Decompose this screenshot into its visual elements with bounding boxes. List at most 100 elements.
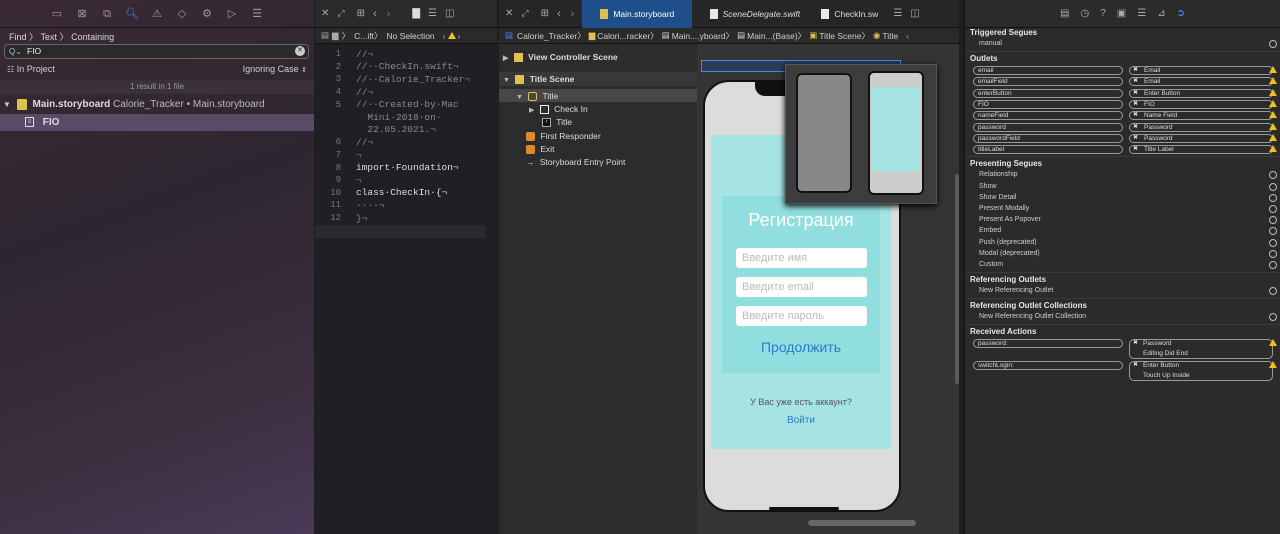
outlet-target[interactable]: Password xyxy=(1129,122,1273,132)
connection-circle[interactable] xyxy=(1269,40,1277,48)
tab-main-storyboard[interactable]: Main.storyboard xyxy=(582,0,693,28)
action-name[interactable]: switchLogin: xyxy=(973,361,1123,371)
jump-scene[interactable]: Title Scene xyxy=(819,31,861,41)
tab-scene-delegate[interactable]: SceneDelegate.swift xyxy=(692,8,817,19)
warning-icon[interactable] xyxy=(1269,111,1277,119)
search-icon[interactable]: 🔍︎ xyxy=(125,7,139,21)
code-line[interactable]: 1 //¬ xyxy=(315,48,497,61)
outline-title-child[interactable]: ‹ Title xyxy=(539,117,572,128)
connection-circle[interactable] xyxy=(1269,182,1277,191)
find-breadcrumb[interactable]: Find 〉 Text 〉 Containing xyxy=(9,30,114,43)
remove-icon[interactable]: ✖ xyxy=(1133,66,1138,73)
debug-icon[interactable]: ⚙ xyxy=(200,7,214,21)
attributes-icon[interactable]: ☰ xyxy=(1137,8,1146,19)
forward-icon[interactable]: › xyxy=(387,8,391,20)
search-input[interactable]: Q⌄ FIO ✕ xyxy=(4,44,309,59)
code-line[interactable]: 4 //¬ xyxy=(315,86,497,99)
outlet-target[interactable]: Name Field xyxy=(1129,111,1273,121)
code-line[interactable]: 11 ····¬ xyxy=(315,199,497,212)
outlet-target[interactable]: Enter Button xyxy=(1129,88,1273,98)
code-line[interactable]: 3 //··Calorie_Tracker¬ xyxy=(315,73,497,86)
issue-icon[interactable]: ⚠ xyxy=(150,7,164,21)
connection-circle[interactable] xyxy=(1269,193,1277,202)
connection-circle[interactable] xyxy=(1269,205,1277,213)
folder-icon[interactable]: ▭ xyxy=(50,7,64,21)
vertical-scrollbar[interactable] xyxy=(955,174,959,384)
minimap-icon[interactable]: ☰ xyxy=(893,8,902,19)
find-type[interactable]: Text xyxy=(41,32,58,42)
outlet-name[interactable]: email xyxy=(973,66,1123,75)
outlet-name[interactable]: FIO xyxy=(973,99,1123,109)
warning-icon[interactable] xyxy=(1269,88,1277,96)
warning-icon[interactable] xyxy=(447,32,456,39)
warning-icon[interactable] xyxy=(1269,145,1277,153)
remove-icon[interactable]: ✖ xyxy=(1133,339,1138,346)
history-icon[interactable]: ◷ xyxy=(1080,8,1089,19)
prev-issue-icon[interactable]: ‹ xyxy=(443,31,446,41)
remove-icon[interactable]: ✖ xyxy=(1133,123,1138,130)
outlet-target[interactable]: Password xyxy=(1129,133,1273,143)
remove-icon[interactable]: ✖ xyxy=(1133,111,1138,118)
back-icon[interactable]: ‹ xyxy=(373,8,377,20)
find-match[interactable]: Containing xyxy=(71,32,114,42)
jump-localization[interactable]: Main...(Base) xyxy=(747,31,798,41)
horizontal-scrollbar[interactable] xyxy=(808,520,916,526)
connection-circle[interactable] xyxy=(1269,171,1277,180)
warning-icon[interactable] xyxy=(1269,133,1277,141)
warning-icon[interactable] xyxy=(1269,99,1277,107)
connection-circle[interactable] xyxy=(1269,313,1277,322)
disclosure-icon[interactable]: ▶ xyxy=(529,107,534,114)
connection-circle[interactable] xyxy=(1269,238,1277,247)
remove-icon[interactable]: ✖ xyxy=(1133,77,1138,84)
back-icon[interactable]: ‹ xyxy=(557,8,561,20)
outline-exit[interactable]: Exit xyxy=(526,144,555,155)
code-line[interactable]: 7 ¬ xyxy=(315,149,497,162)
storyboard-canvas[interactable]: Регистрация Введите имя Введите email Вв… xyxy=(697,44,959,534)
code-jump-bar[interactable]: ▤ ▆ 〉 C...ift 〉 No Selection ‹ › xyxy=(315,28,497,44)
help-icon[interactable]: ? xyxy=(1100,8,1106,19)
find-mode[interactable]: Find xyxy=(9,32,27,42)
warning-icon[interactable] xyxy=(1269,122,1277,130)
login-button[interactable]: Войти xyxy=(711,415,891,426)
outlet-name[interactable]: nameField xyxy=(973,111,1123,121)
outlet-name[interactable]: titleLabel xyxy=(973,145,1123,155)
close-icon[interactable]: ✕ xyxy=(321,8,329,19)
outlet-name[interactable]: passwordField xyxy=(973,133,1123,143)
action-name[interactable]: password: xyxy=(973,339,1123,349)
code-line[interactable]: 5 //··Created·by·Mac xyxy=(315,98,497,111)
outlet-target[interactable]: Email xyxy=(1129,66,1273,75)
jump-symbol[interactable]: No Selection xyxy=(386,31,434,41)
remove-icon[interactable]: ✖ xyxy=(1133,145,1138,152)
email-field[interactable]: Введите email xyxy=(736,277,867,297)
expand-icon[interactable]: ⤢ xyxy=(521,8,528,19)
code-line[interactable]: 22.05.2021.¬ xyxy=(315,124,497,137)
connection-circle[interactable] xyxy=(1269,216,1277,225)
remove-icon[interactable]: ✖ xyxy=(1133,134,1138,141)
breakpoint-icon[interactable]: ▷ xyxy=(225,7,239,21)
code-line[interactable]: 6 //¬ xyxy=(315,136,497,149)
minimap-icon[interactable]: ☰ xyxy=(428,8,437,19)
code-line[interactable]: 9 ¬ xyxy=(315,174,497,187)
outline-first-responder[interactable]: First Responder xyxy=(526,131,601,142)
clear-icon[interactable]: ✕ xyxy=(295,46,305,56)
outlet-name[interactable]: emailField xyxy=(973,77,1123,87)
password-field[interactable]: Введите пароль xyxy=(736,306,867,326)
grid-icon[interactable]: ⊞ xyxy=(541,8,549,19)
disclosure-icon[interactable]: ▼ xyxy=(503,77,510,84)
test-icon[interactable]: ◇ xyxy=(175,7,189,21)
jump-file[interactable]: C...ift xyxy=(354,31,374,41)
disclosure-icon[interactable]: ▶ xyxy=(503,55,508,62)
forward-icon[interactable]: › xyxy=(571,8,575,20)
outline-title-scene[interactable]: ▼ Title Scene xyxy=(503,74,574,85)
connections-icon[interactable]: ➲ xyxy=(1177,8,1185,19)
outlet-target[interactable]: FIO xyxy=(1129,99,1273,109)
jump-group[interactable]: Calori...racker xyxy=(597,31,650,41)
code-line[interactable]: 12}¬ xyxy=(315,212,497,225)
outlet-name[interactable]: enterButton xyxy=(973,88,1123,98)
file-inspector-icon[interactable]: ▤ xyxy=(1060,8,1069,19)
disclosure-icon[interactable]: ▼ xyxy=(3,100,11,109)
next-issue-icon[interactable]: › xyxy=(458,31,461,41)
outline-vc-scene[interactable]: ▶ View Controller Scene xyxy=(503,52,618,63)
code-line[interactable]: 10 class·CheckIn·{¬ xyxy=(315,187,497,200)
split-icon[interactable]: ◫ xyxy=(910,8,919,19)
